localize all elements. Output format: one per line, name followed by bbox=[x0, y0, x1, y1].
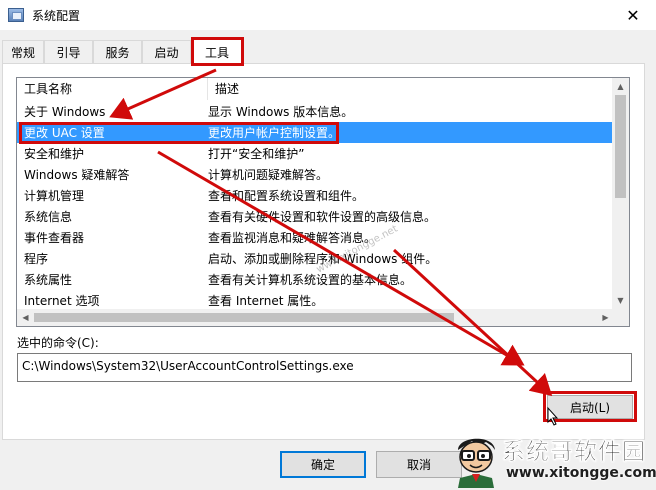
window-title: 系统配置 bbox=[32, 8, 81, 23]
horizontal-scroll-thumb[interactable] bbox=[34, 313, 454, 322]
tab-strip: 常规 引导 服务 启动 工具 bbox=[0, 38, 656, 65]
tool-name: 程序 bbox=[24, 252, 49, 266]
table-row[interactable]: 计算机管理 查看和配置系统设置和组件。 bbox=[17, 185, 614, 206]
scrollbar-corner bbox=[612, 309, 629, 326]
scroll-down-icon[interactable]: ▼ bbox=[612, 292, 629, 309]
tool-description: 更改用户帐户控制设置。 bbox=[208, 126, 341, 140]
tool-description: 计算机问题疑难解答。 bbox=[208, 168, 329, 182]
tool-description: 显示 Windows 版本信息。 bbox=[208, 105, 354, 119]
launch-button[interactable]: 启动(L) bbox=[547, 395, 633, 419]
horizontal-scrollbar[interactable]: ◀ ▶ bbox=[17, 309, 614, 326]
site-url: www.xitongge.com bbox=[506, 465, 656, 481]
tab-startup[interactable]: 启动 bbox=[142, 40, 191, 64]
tab-general[interactable]: 常规 bbox=[2, 40, 44, 64]
site-brand-name: 系统哥软件园 bbox=[502, 439, 646, 465]
site-logo-watermark: 系统哥软件园 www.xitongge.com bbox=[448, 428, 656, 490]
table-row[interactable]: Windows 疑难解答 计算机问题疑难解答。 bbox=[17, 164, 614, 185]
tool-description: 打开“安全和维护” bbox=[208, 147, 305, 161]
selected-command-label: 选中的命令(C): bbox=[17, 336, 99, 350]
scroll-up-icon[interactable]: ▲ bbox=[612, 78, 629, 95]
table-row-selected[interactable]: 更改 UAC 设置 更改用户帐户控制设置。 bbox=[17, 122, 614, 143]
tools-list-rows: 关于 Windows 显示 Windows 版本信息。 更改 UAC 设置 更改… bbox=[17, 101, 614, 311]
table-row[interactable]: 系统属性 查看有关计算机系统设置的基本信息。 bbox=[17, 269, 614, 290]
tool-description: 查看有关计算机系统设置的基本信息。 bbox=[208, 273, 413, 287]
column-header-tool-name[interactable]: 工具名称 bbox=[17, 78, 208, 100]
vertical-scrollbar[interactable]: ▲ ▼ bbox=[612, 78, 629, 309]
tool-name: 关于 Windows bbox=[24, 105, 106, 119]
table-row[interactable]: 系统信息 查看有关硬件设置和软件设置的高级信息。 bbox=[17, 206, 614, 227]
tab-tools[interactable]: 工具 bbox=[192, 38, 242, 65]
column-header-description[interactable]: 描述 bbox=[208, 78, 614, 100]
title-bar: 系统配置 ✕ bbox=[0, 0, 656, 31]
tool-description: 查看和配置系统设置和组件。 bbox=[208, 189, 365, 203]
selected-command-field[interactable]: C:\Windows\System32\UserAccountControlSe… bbox=[17, 353, 632, 382]
tools-list-header: 工具名称 描述 bbox=[17, 78, 614, 100]
tool-description: 查看有关硬件设置和软件设置的高级信息。 bbox=[208, 210, 437, 224]
tool-name: 系统信息 bbox=[24, 210, 73, 224]
tool-name: Internet 选项 bbox=[24, 294, 100, 308]
table-row[interactable]: Internet 选项 查看 Internet 属性。 bbox=[17, 290, 614, 311]
tool-name: Windows 疑难解答 bbox=[24, 168, 130, 182]
close-icon[interactable]: ✕ bbox=[610, 0, 656, 31]
scroll-left-icon[interactable]: ◀ bbox=[17, 309, 34, 326]
tools-list[interactable]: 工具名称 描述 关于 Windows 显示 Windows 版本信息。 更改 U… bbox=[16, 77, 630, 327]
tool-name: 系统属性 bbox=[24, 273, 73, 287]
tool-name: 更改 UAC 设置 bbox=[24, 126, 105, 140]
table-row[interactable]: 事件查看器 查看监视消息和疑难解答消息。 bbox=[17, 227, 614, 248]
table-row[interactable]: 安全和维护 打开“安全和维护” bbox=[17, 143, 614, 164]
vertical-scroll-thumb[interactable] bbox=[615, 95, 626, 198]
tool-description: 查看 Internet 属性。 bbox=[208, 294, 324, 308]
tool-description: 查看监视消息和疑难解答消息。 bbox=[208, 231, 377, 245]
tool-name: 事件查看器 bbox=[24, 231, 85, 245]
msconfig-app-icon bbox=[8, 8, 24, 22]
mascot-icon bbox=[458, 438, 495, 488]
tool-name: 计算机管理 bbox=[24, 189, 85, 203]
table-row[interactable]: 关于 Windows 显示 Windows 版本信息。 bbox=[17, 101, 614, 122]
tab-boot[interactable]: 引导 bbox=[44, 40, 93, 64]
tab-services[interactable]: 服务 bbox=[93, 40, 142, 64]
ok-button[interactable]: 确定 bbox=[280, 451, 366, 478]
tool-name: 安全和维护 bbox=[24, 147, 85, 161]
